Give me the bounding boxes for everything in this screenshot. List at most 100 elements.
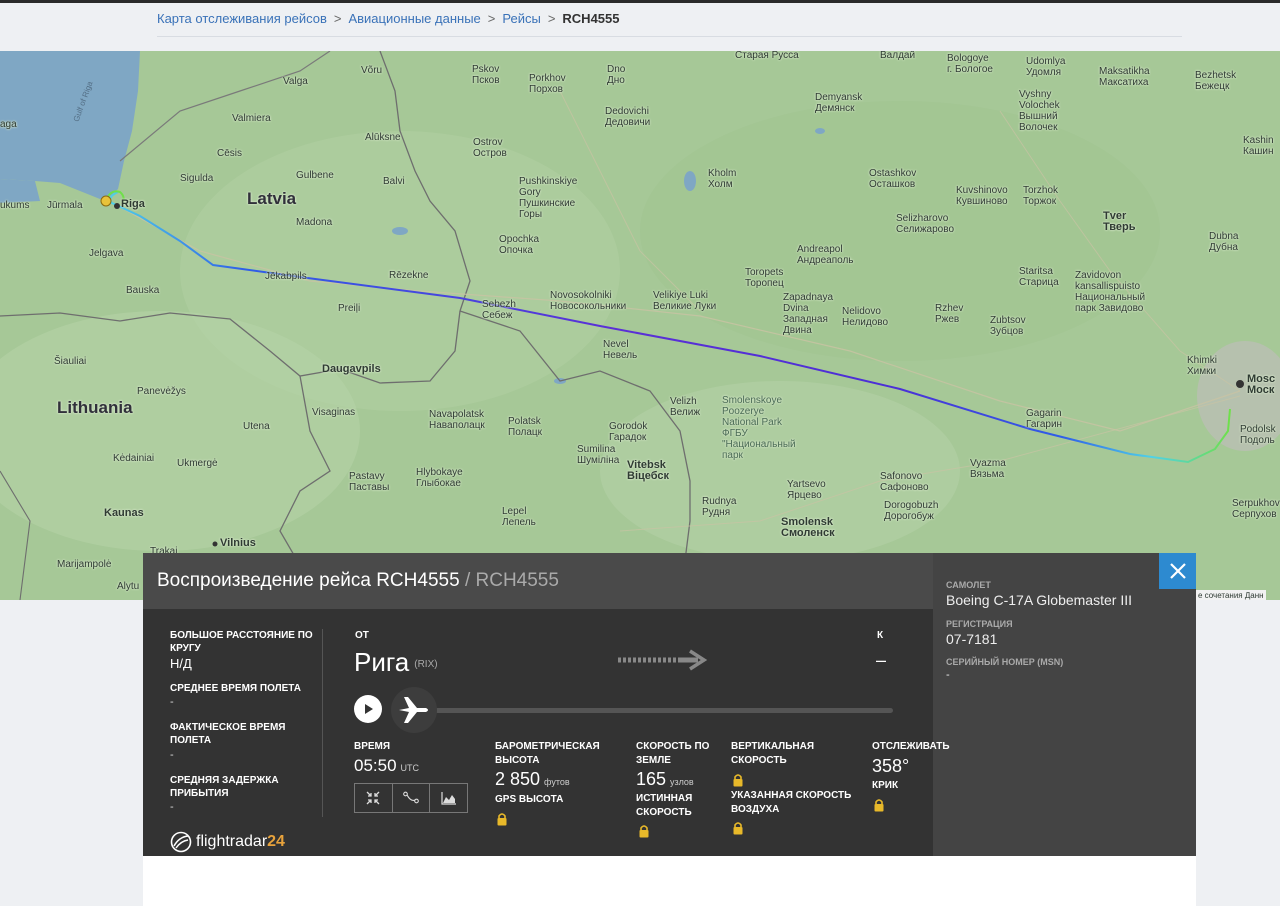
panel-title: Воспроизведение рейса RCH4555 / RCH4555 [157,570,559,592]
avg-arrival-delay-value: - [170,801,174,813]
playback-timeline[interactable] [435,708,893,713]
collapse-arrows-icon [366,791,380,805]
ground-speed-label: СКОРОСТЬ ПО ЗЕМЛЕ [636,741,710,766]
aircraft-info: САМОЛЕТ Boeing C-17A Globemaster III РЕГ… [933,553,1196,856]
breadcrumb-aviation-data[interactable]: Авиационные данные [348,11,480,26]
altitude-graph-button[interactable] [430,784,467,812]
msn-value: - [946,669,950,681]
map-label: Gagarin Гагарин [1026,408,1063,430]
map-label: Vitebsk Віцебск [627,459,670,482]
map-label: Zapadnaya Dvina Западная Двина [783,292,834,336]
map-label: Navapolatsk Наваполацк [429,409,485,431]
map-label: Bezhetsk Бежецк [1195,70,1237,92]
map-label: Toropets Торопец [745,267,784,289]
time-value: 05:50 UTC [354,756,419,776]
breadcrumb: Карта отслеживания рейсов > Авиационные да… [157,11,620,26]
map-label: Старая Русса [735,51,799,61]
map-label: Alūksne [365,132,401,143]
lock-icon[interactable] [733,773,743,787]
track-label: ОТСЛЕЖИВАТЬ [872,741,950,752]
map-label: Sebezh Себеж [482,299,516,321]
lock-icon[interactable] [733,821,743,835]
map-label: Sigulda [180,173,214,184]
map-label: Valmiera [232,113,271,124]
logo-text: flightradar24 [196,833,285,851]
breadcrumb-current: RCH4555 [562,11,620,26]
breadcrumb-flight-tracker[interactable]: Карта отслеживания рейсов [157,11,327,26]
map-label: Panevėžys [137,386,186,397]
map-label: Ostashkov Осташков [869,168,917,190]
ground-speed-unit: узлов [670,777,694,787]
panel-header: Воспроизведение рейса RCH4555 / RCH4555 [143,553,933,609]
destination-city: – [876,650,887,670]
map-label: Podolsk Подоль [1240,424,1276,446]
true-airspeed-label: ИСТИННАЯ СКОРОСТЬ [636,793,693,818]
city-dot [114,203,120,209]
map-label: Kėdainiai [113,453,155,464]
lock-icon[interactable] [874,798,884,812]
map-label: Novosokolniki Новосокольники [550,290,627,312]
airport-marker-icon[interactable] [100,195,112,207]
area-chart-icon [441,792,456,805]
map-label: Jelgava [89,248,124,259]
breadcrumb-separator: > [333,11,342,26]
map-label: Pastavy Паставы [349,471,390,493]
route-arrow-icon [618,649,708,671]
flight-map[interactable]: Gulf of Riga aga ukums Jūrmala Riga Jelg… [0,51,1280,600]
flightradar24-logo[interactable]: flightradar24 [170,831,285,853]
map-label: Ostrov Остров [473,137,507,159]
indicated-airspeed-label: УКАЗАННАЯ СКОРОСТЬ ВОЗДУХА [731,790,852,815]
map-label: Andreapol Андреаполь [797,244,854,266]
map-label: Jūrmala [47,200,83,211]
collapse-button[interactable] [355,784,393,812]
play-icon [365,704,373,714]
map-label-country: Lithuania [57,398,133,417]
gps-alt-label: GPS ВЫСОТА [495,794,564,805]
origin[interactable]: Рига (RIX) [354,647,438,678]
play-button[interactable] [354,695,382,723]
lock-icon[interactable] [639,824,649,838]
close-button[interactable] [1159,553,1196,589]
avg-flight-time-label: СРЕДНЕЕ ВРЕМЯ ПОЛЕТА [170,683,301,694]
breadcrumb-separator: > [487,11,496,26]
map-label: Dorogobuzh Дорогобуж [884,500,939,522]
radar-logo-icon [170,831,192,853]
map-label: Kashin Кашин [1243,135,1274,157]
map-label: Dedovichi Дедовичи [605,106,651,128]
map-label: Staritsa Старица [1019,266,1059,288]
map-label: Daugavpils [322,363,381,375]
map-label: Gorodok Гарадок [609,421,648,443]
playback-slider-handle[interactable] [391,687,437,733]
map-label: ukums [0,200,30,211]
avg-flight-time-value: - [170,696,174,708]
map-label: Kuvshinovo Кувшиново [956,185,1008,207]
flight-playback-panel: Воспроизведение рейса RCH4555 / RCH4555 … [143,553,1196,856]
map-label: Smolenskoye Poozerye National Park ФГБУ … [722,395,796,461]
lock-icon[interactable] [497,812,507,826]
map-label: Šiauliai [54,356,87,367]
great-circle-label: БОЛЬШОЕ РАССТОЯНИЕ ПО КРУГУ [170,630,313,654]
time-label: ВРЕМЯ [354,741,391,752]
breadcrumb-separator: > [547,11,556,26]
map-attribution[interactable]: е сочетания Данн [1196,590,1266,600]
baro-alt-label: БАРОМЕТРИЧЕСКАЯ ВЫСОТА [495,741,600,766]
map-label: Khimki Химки [1187,355,1218,377]
breadcrumb-flights[interactable]: Рейсы [502,11,540,26]
origin-code: (RIX) [414,658,438,670]
map-label: Porkhov Порхов [529,73,566,95]
map-label: Nevel Невель [603,339,638,361]
map-label: Marijampolė [57,559,112,570]
map-label: Kholm Холм [708,168,737,190]
map-label: Selizharovo Селижарово [896,213,955,235]
aircraft-value: Boeing C-17A Globemaster III [946,592,1132,608]
origin-city: Рига [354,647,410,677]
aircraft-label: САМОЛЕТ [946,580,991,590]
breadcrumb-divider [157,36,1182,37]
map-label: Cēsis [217,148,243,159]
logo-text-number: 24 [267,833,285,850]
great-circle-value: Н/Д [170,656,192,671]
baro-alt-value: 2 850 футов [495,769,570,790]
route-button[interactable] [393,784,431,812]
map-label: Zubtsov Зубцов [990,315,1026,337]
map-label: Sumilina Шуміліна [577,444,620,466]
